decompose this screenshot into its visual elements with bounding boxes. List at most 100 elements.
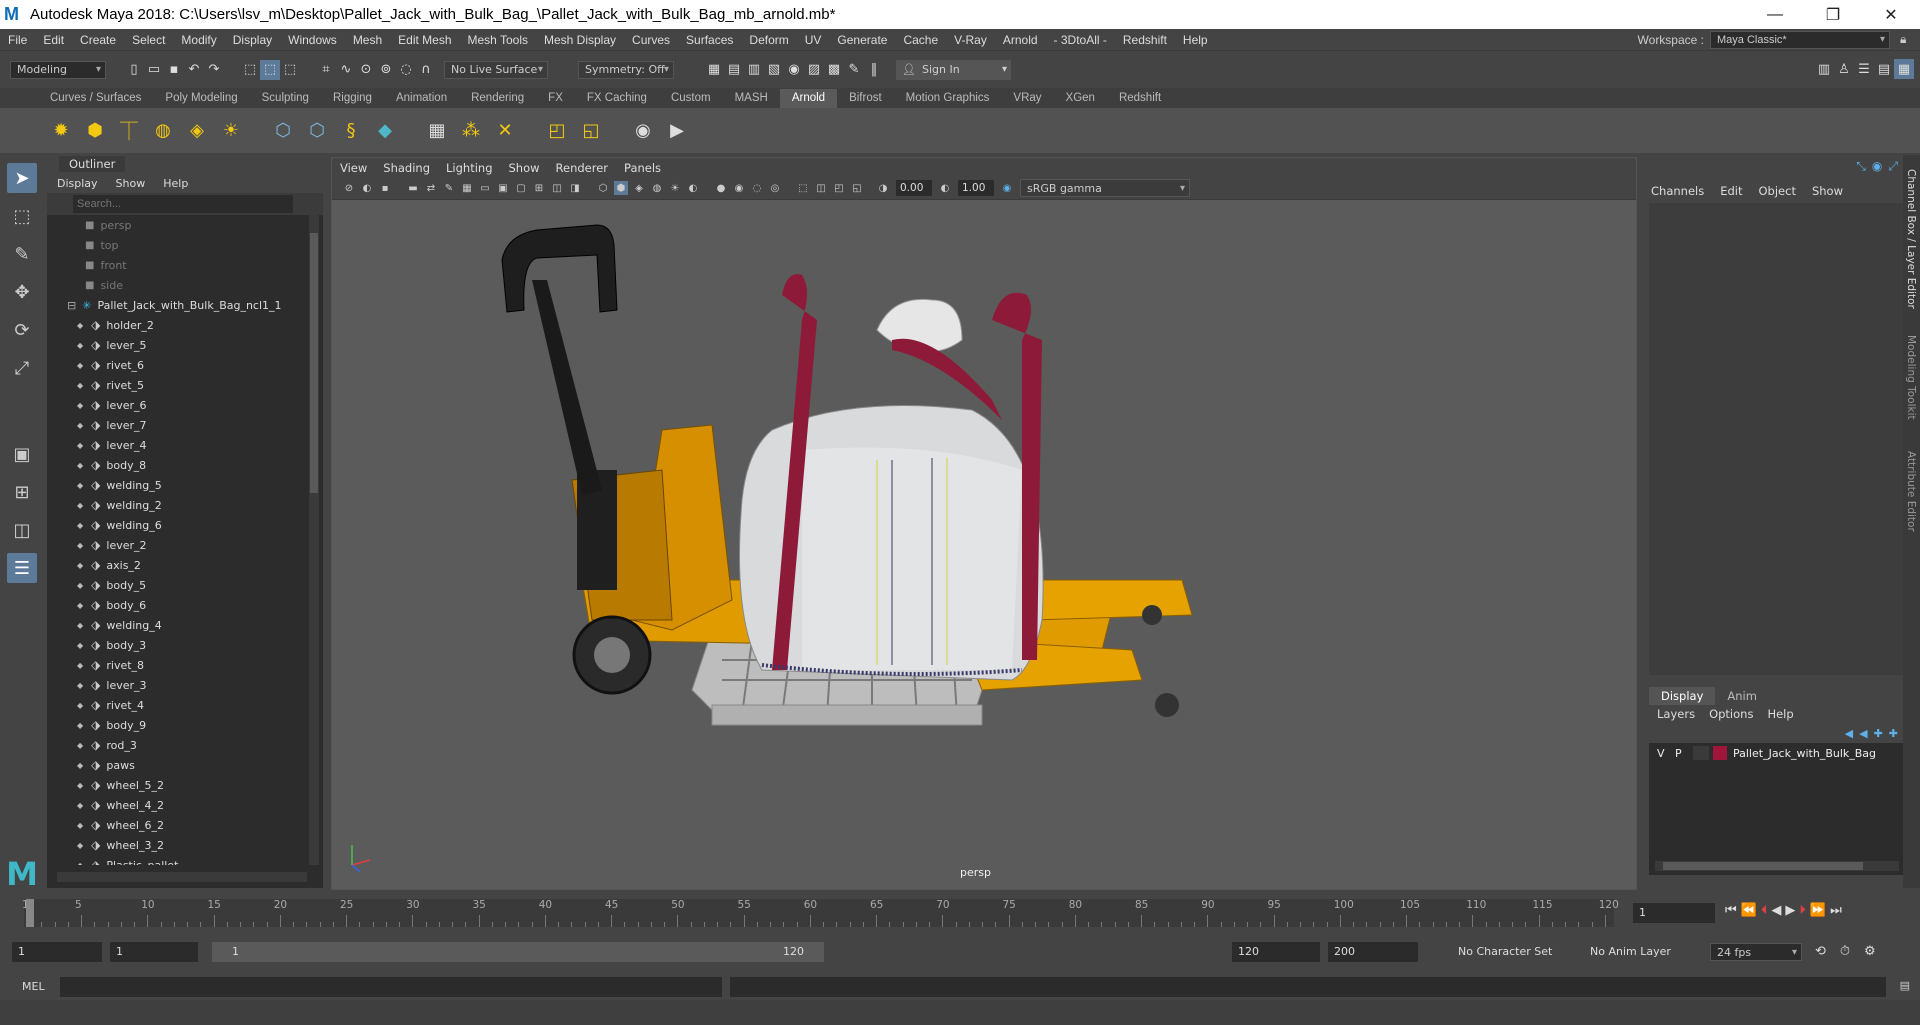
layer-hscrollbar[interactable] (1655, 861, 1899, 871)
lock-icon[interactable]: 🔒︎ (1900, 32, 1914, 47)
layer-playback-toggle[interactable]: P (1675, 747, 1693, 760)
paint-select-icon[interactable]: ✎ (7, 239, 37, 269)
two-view-icon[interactable]: ◫ (7, 515, 37, 545)
texture-manager-icon[interactable]: ⁂ (457, 117, 485, 145)
render-frame-icon[interactable]: ▤ (724, 60, 744, 80)
list-item[interactable]: ■ front (47, 255, 309, 275)
show-menu[interactable]: Show (1812, 184, 1843, 198)
four-view-icon[interactable]: ⊞ (7, 477, 37, 507)
shelf-tab-sculpting[interactable]: Sculpting (250, 89, 321, 108)
list-item[interactable]: ◆ ⬗ lever_7 (47, 415, 309, 435)
list-item[interactable]: ◆ ⬗ wheel_6_2 (47, 815, 309, 835)
preferences-icon[interactable]: ⚙ (1864, 944, 1876, 959)
shelf-tab-xgen[interactable]: XGen (1054, 89, 1107, 108)
shelf-tab-custom[interactable]: Custom (659, 89, 723, 108)
mesh-light-icon[interactable]: ⬢ (81, 117, 109, 145)
list-item[interactable]: ◆ ⬗ welding_6 (47, 515, 309, 535)
grease-pencil-icon[interactable]: ✎ (442, 181, 456, 195)
new-layer-selected-icon[interactable]: ✚ (1889, 727, 1898, 740)
object-menu[interactable]: Object (1759, 184, 1796, 198)
volume-icon[interactable]: ◆ (371, 117, 399, 145)
shelf-tab-mash[interactable]: MASH (723, 89, 780, 108)
attribute-toggle-icon[interactable]: ◉ (1872, 159, 1882, 174)
move-layer-up-icon[interactable]: ◀ (1845, 727, 1853, 740)
viewport-menu-panels[interactable]: Panels (616, 161, 669, 175)
menu-mesh-display[interactable]: Mesh Display (536, 33, 624, 47)
wireframe-on-shaded-icon[interactable]: ◈ (632, 181, 646, 195)
undo-icon[interactable]: ↶ (184, 60, 204, 80)
select-hierarchy-icon[interactable]: ⬚ (240, 60, 260, 80)
snap-view-icon[interactable]: ⊚ (376, 60, 396, 80)
channel-box-toggle-icon[interactable]: ⤡ (1856, 159, 1866, 174)
menu-surfaces[interactable]: Surfaces (678, 33, 741, 47)
list-item[interactable]: ◆ ⬗ wheel_3_2 (47, 835, 309, 855)
menu-edit[interactable]: Edit (35, 33, 72, 47)
move-layer-down-icon[interactable]: ◀ (1859, 727, 1867, 740)
shelf-tab-motion-graphics[interactable]: Motion Graphics (894, 89, 1002, 108)
list-item[interactable]: ■ side (47, 275, 309, 295)
modeling-toolkit-icon[interactable]: ▥ (1814, 59, 1834, 79)
workspace-dropdown[interactable]: Maya Classic* (1710, 30, 1890, 49)
layer-tab-anim[interactable]: Anim (1715, 687, 1769, 705)
flush-cache-icon[interactable]: ◰ (543, 117, 571, 145)
outliner-scrollbar[interactable] (309, 215, 319, 865)
tool-settings-toggle-icon[interactable]: ⤢ (1888, 159, 1898, 174)
select-tool-icon[interactable]: ➤ (7, 163, 37, 193)
channels-menu[interactable]: Channels (1651, 184, 1704, 198)
color-space-dropdown[interactable]: sRGB gamma (1020, 179, 1190, 197)
anim-start-field[interactable]: 1 (110, 942, 198, 962)
rotate-tool-icon[interactable]: ⟳ (7, 315, 37, 345)
play-render-icon[interactable]: ▶ (663, 117, 691, 145)
menu-edit-mesh[interactable]: Edit Mesh (390, 33, 459, 47)
viewport-menu-show[interactable]: Show (501, 161, 548, 175)
safe-action-icon[interactable]: ◫ (550, 181, 564, 195)
select-component-icon[interactable]: ⬚ (280, 60, 300, 80)
screen-space-ao-icon[interactable]: ● (714, 181, 728, 195)
anim-layer-dropdown[interactable]: No Anim Layer (1580, 942, 1690, 962)
list-item[interactable]: ◆ ⬗ lever_3 (47, 675, 309, 695)
list-item[interactable]: ◆ ⬗ axis_2 (47, 555, 309, 575)
save-scene-icon[interactable]: ▪ (164, 60, 184, 80)
play-backwards-icon[interactable]: ◀ (1771, 903, 1781, 918)
list-item[interactable]: ◆ ⬗ welding_4 (47, 615, 309, 635)
shelf-tab-rigging[interactable]: Rigging (321, 89, 384, 108)
fps-dropdown[interactable]: 24 fps (1710, 943, 1802, 961)
menu-deform[interactable]: Deform (741, 33, 796, 47)
shelf-tab-redshift[interactable]: Redshift (1107, 89, 1173, 108)
license-manager-icon[interactable]: ✕ (491, 117, 519, 145)
menu-vray[interactable]: V-Ray (946, 33, 995, 47)
two-d-pan-icon[interactable]: ⇄ (424, 181, 438, 195)
list-item-group[interactable]: ⊟ ✳ Pallet_Jack_with_Bulk_Bag_ncl1_1 (47, 295, 309, 315)
minimize-button[interactable]: — (1746, 0, 1804, 29)
menu-windows[interactable]: Windows (280, 33, 345, 47)
start-frame-field[interactable]: 1 (12, 942, 102, 962)
list-item[interactable]: ◆ ⬗ lever_6 (47, 395, 309, 415)
menu-redshift[interactable]: Redshift (1115, 33, 1175, 47)
exposure-field[interactable]: 0.00 (896, 180, 932, 196)
play-forwards-icon[interactable]: ▶ (1785, 903, 1795, 918)
range-bar[interactable]: 1 120 (212, 942, 824, 962)
layer-help-menu[interactable]: Help (1767, 707, 1793, 721)
anti-aliasing-icon[interactable]: ◌ (750, 181, 764, 195)
list-item[interactable]: ◆ ⬗ body_8 (47, 455, 309, 475)
list-item[interactable]: ◆ ⬗ body_3 (47, 635, 309, 655)
new-scene-icon[interactable]: ▯ (124, 60, 144, 80)
menu-display[interactable]: Display (225, 33, 280, 47)
list-item[interactable]: ◆ ⬗ rivet_6 (47, 355, 309, 375)
image-plane-icon[interactable]: ▬ (406, 181, 420, 195)
step-forward-frame-icon[interactable]: ⏵ (1799, 903, 1806, 918)
layers-menu[interactable]: Layers (1657, 707, 1695, 721)
outliner-search-input[interactable] (73, 195, 293, 213)
auto-key-icon[interactable]: ⏱ (1840, 944, 1850, 959)
redo-icon[interactable]: ↷ (204, 60, 224, 80)
list-item[interactable]: ◆ ⬗ lever_2 (47, 535, 309, 555)
menu-create[interactable]: Create (72, 33, 124, 47)
tool-settings-icon[interactable]: ✎ (844, 60, 864, 80)
preview-icon[interactable]: ◉ (629, 117, 657, 145)
outliner-menu-display[interactable]: Display (57, 177, 98, 190)
list-item[interactable]: ◆ ⬗ rod_3 (47, 735, 309, 755)
single-perspective-icon[interactable]: ▣ (7, 439, 37, 469)
outliner-layout-icon[interactable]: ☰ (7, 553, 37, 583)
select-object-icon[interactable]: ⬚ (260, 59, 280, 80)
move-tool-icon[interactable]: ✥ (7, 277, 37, 307)
